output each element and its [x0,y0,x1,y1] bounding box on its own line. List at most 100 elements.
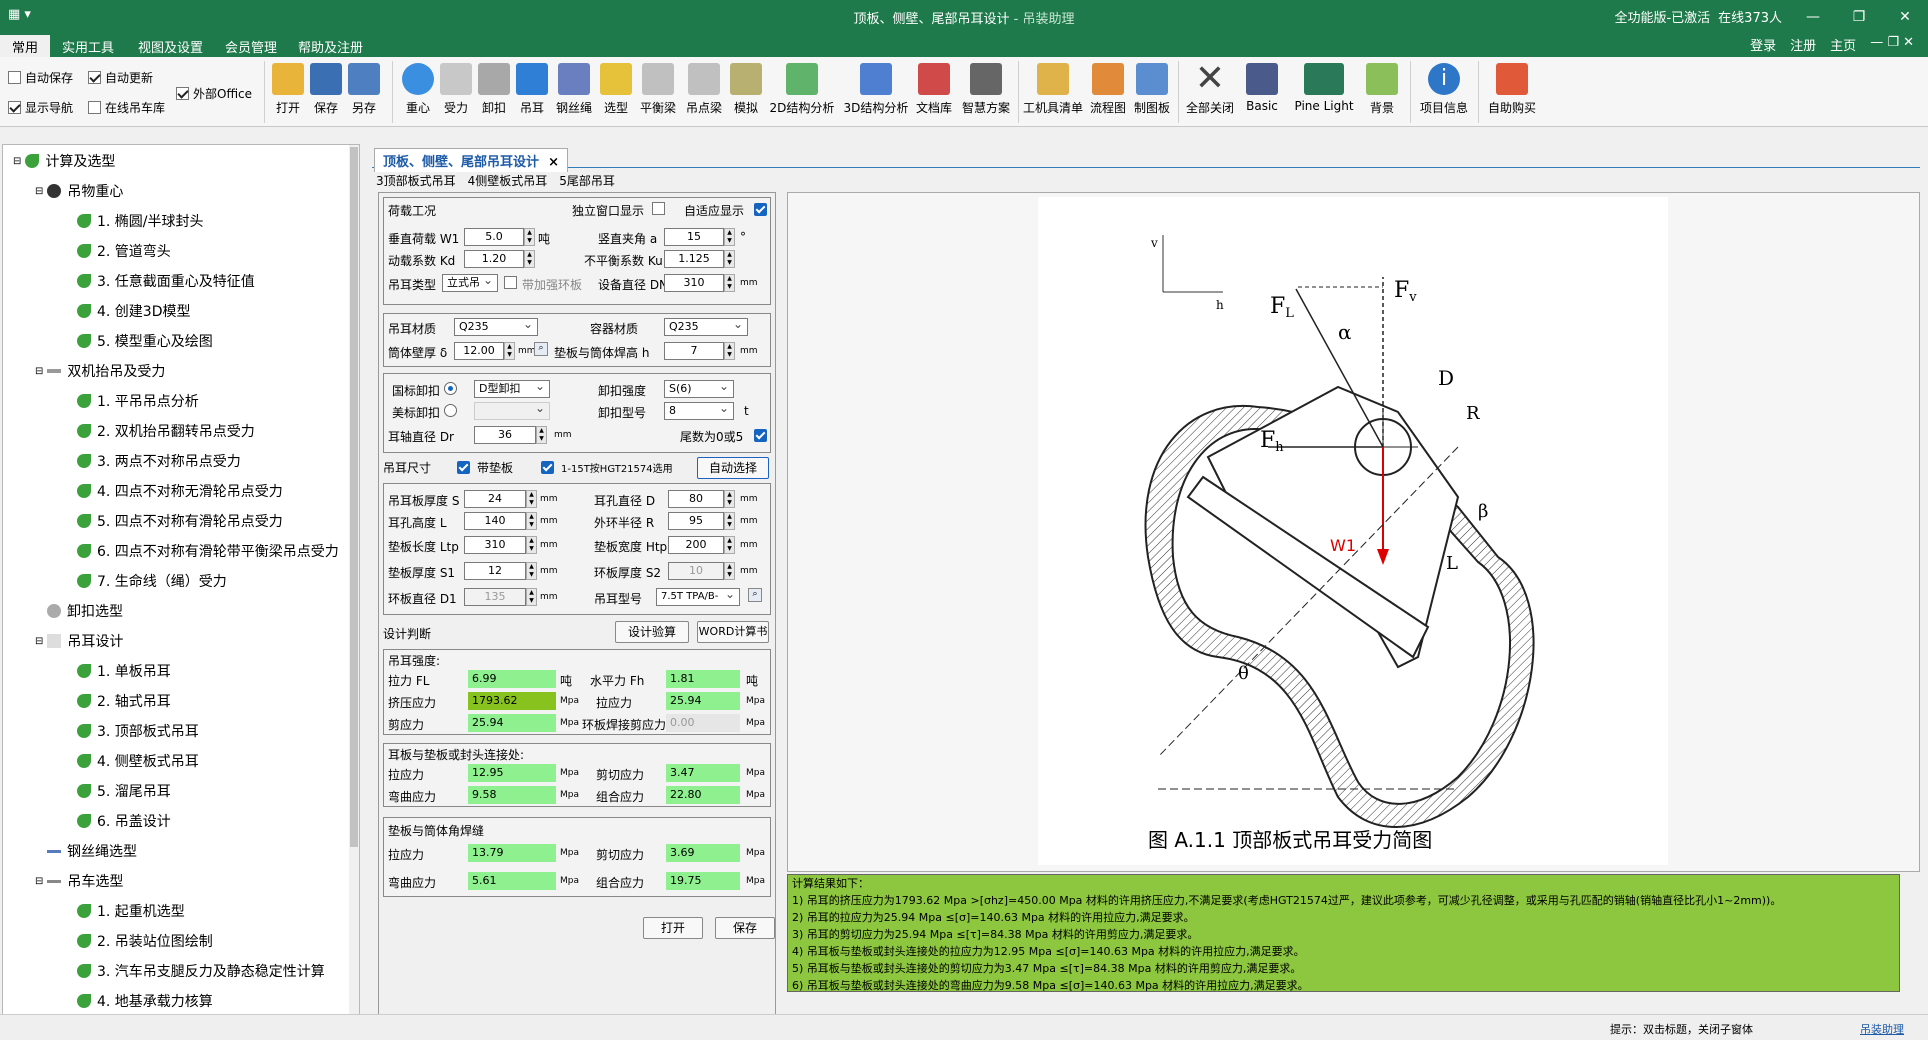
d-input[interactable]: 80 [668,490,724,508]
type-select[interactable]: 立式吊 [442,272,498,292]
tree-scroll-thumb[interactable] [350,147,358,847]
menu-help[interactable]: 帮助及注册 [298,37,363,56]
w1-spinner[interactable]: ▲ ▼ [524,228,535,246]
theme-basic-button[interactable]: Basic [1240,59,1284,113]
std-checkbox[interactable] [541,461,554,474]
tree-item[interactable]: 4. 四点不对称无滑轮吊点受力 [77,481,283,501]
htp-spinner[interactable]: ▲ ▼ [724,536,735,554]
angle-input[interactable]: 15 [664,228,724,246]
selection-button[interactable]: 选型 [598,59,634,116]
lookup-icon[interactable]: ⌕ [748,588,762,602]
weld-input[interactable]: 7 [664,342,724,360]
w1-input[interactable]: 5.0 [464,228,524,246]
home-link[interactable]: 主页 [1830,35,1856,54]
tree-item[interactable]: 5. 模型重心及绘图 [77,331,213,351]
tree-item[interactable]: 1. 起重机选型 [77,901,185,921]
vessel-material-select[interactable]: Q235 [664,316,748,336]
d1-spinner[interactable]: ▲ ▼ [526,588,537,606]
tree-item[interactable]: 4. 地基承载力核算 [77,991,213,1011]
ku-spinner[interactable]: ▲ ▼ [724,250,735,268]
tree-root[interactable]: ⊟ 计算及选型 [13,151,115,171]
pad-checkbox[interactable] [457,461,470,474]
simulate-button[interactable]: 模拟 [728,59,764,116]
htp-input[interactable]: 200 [668,536,724,554]
s2-input[interactable]: 10 [668,562,724,580]
us-shackle-radio[interactable] [444,404,457,417]
pin-spinner[interactable]: ▲ ▼ [536,426,547,444]
close-all-button[interactable]: ✕ 全部关闭 [1182,59,1238,116]
l-spinner[interactable]: ▲ ▼ [526,512,537,530]
tree-item[interactable]: 6. 吊盖设计 [77,811,171,831]
d1-input[interactable]: 135 [464,588,526,606]
ring-checkbox[interactable] [504,276,517,289]
independent-checkbox[interactable] [652,202,665,215]
design-check-button[interactable]: 设计验算 [615,621,689,643]
flowchart-button[interactable]: 流程图 [1086,59,1130,116]
form-open-button[interactable]: 打开 [643,917,703,939]
tree-item[interactable]: 6. 四点不对称有滑轮带平衡梁吊点受力 [77,541,339,561]
us-shackle-select[interactable] [474,400,550,420]
menu-member[interactable]: 会员管理 [225,37,277,56]
dn-spinner[interactable]: ▲ ▼ [724,274,735,292]
wall-input[interactable]: 12.00 [454,342,504,360]
open-button[interactable]: 打开 [270,59,306,116]
auto-save-checkbox[interactable]: 自动保存 [8,69,73,86]
ltp-input[interactable]: 310 [464,536,526,554]
tree-group-rope[interactable]: 钢丝绳选型 [47,841,137,861]
wall-spinner[interactable]: ▲ ▼ [504,342,515,360]
save-button[interactable]: 保存 [308,59,344,116]
weld-spinner[interactable]: ▲ ▼ [724,342,735,360]
s-spinner[interactable]: ▲ ▼ [526,490,537,508]
2d-analysis-button[interactable]: 2D结构分析 [766,59,838,116]
form-save-button[interactable]: 保存 [715,917,775,939]
tree-item[interactable]: 1. 单板吊耳 [77,661,171,681]
r-input[interactable]: 95 [668,512,724,530]
tree-item[interactable]: 3. 任意截面重心及特征值 [77,271,255,291]
window-controls-icon[interactable]: — ❐ ✕ [1870,35,1914,54]
save-as-button[interactable]: 另存 [346,59,382,116]
tree-item[interactable]: 2. 管道弯头 [77,241,171,261]
adaptive-checkbox[interactable] [754,203,767,216]
tree-item[interactable]: 1. 平吊吊点分析 [77,391,199,411]
doc-library-button[interactable]: 文档库 [912,59,956,116]
tree-item[interactable]: 4. 侧壁板式吊耳 [77,751,199,771]
gravity-button[interactable]: 重心 [400,59,436,116]
minimize-button[interactable]: — [1790,9,1836,25]
tree-item[interactable]: 5. 四点不对称有滑轮吊点受力 [77,511,283,531]
project-info-button[interactable]: i 项目信息 [1414,59,1474,116]
drawing-board-button[interactable]: 制图板 [1130,59,1174,116]
lift-beam-button[interactable]: 吊点梁 [682,59,726,116]
theme-pine-light-button[interactable]: Pine Light [1290,59,1358,113]
close-icon[interactable]: × [548,155,559,170]
tree-item[interactable]: 7. 生命线（绳）受力 [77,571,227,591]
shackle-button[interactable]: 卸扣 [476,59,512,116]
status-link[interactable]: 吊装助理 [1860,1021,1904,1037]
r-spinner[interactable]: ▲ ▼ [724,512,735,530]
balance-beam-button[interactable]: 平衡梁 [636,59,680,116]
login-link[interactable]: 登录 [1750,35,1776,54]
force-button[interactable]: 受力 [438,59,474,116]
tree-item[interactable]: 4. 创建3D模型 [77,301,191,321]
s1-input[interactable]: 12 [464,562,526,580]
lug-model-select[interactable]: 7.5T TPA/B- [656,586,740,606]
auto-update-checkbox[interactable]: 自动更新 [88,69,153,86]
kd-spinner[interactable]: ▲ ▼ [524,250,535,268]
tool-list-button[interactable]: 工机具清单 [1022,59,1084,116]
tree-item[interactable]: 3. 顶部板式吊耳 [77,721,199,741]
tree-item[interactable]: 3. 汽车吊支腿反力及静态稳定性计算 [77,961,325,981]
close-button[interactable]: ✕ [1882,9,1928,25]
maximize-button[interactable]: ❐ [1836,9,1882,25]
tree-item[interactable]: 2. 双机抬吊翻转吊点受力 [77,421,255,441]
s-input[interactable]: 24 [464,490,526,508]
smart-plan-button[interactable]: 智慧方案 [958,59,1014,116]
tree-group-shackle[interactable]: 卸扣选型 [47,601,123,621]
strength-select[interactable]: S(6) [664,378,734,398]
tree-item[interactable]: 3. 两点不对称吊点受力 [77,451,241,471]
pin-input[interactable]: 36 [474,426,536,444]
menu-common[interactable]: 常用 [0,35,51,57]
s1-spinner[interactable]: ▲ ▼ [526,562,537,580]
menu-tools[interactable]: 实用工具 [62,37,114,56]
lookup-icon[interactable]: ⌕ [534,342,548,356]
tree-group-gravity[interactable]: ⊟ 吊物重心 [35,181,123,201]
angle-spinner[interactable]: ▲ ▼ [724,228,735,246]
